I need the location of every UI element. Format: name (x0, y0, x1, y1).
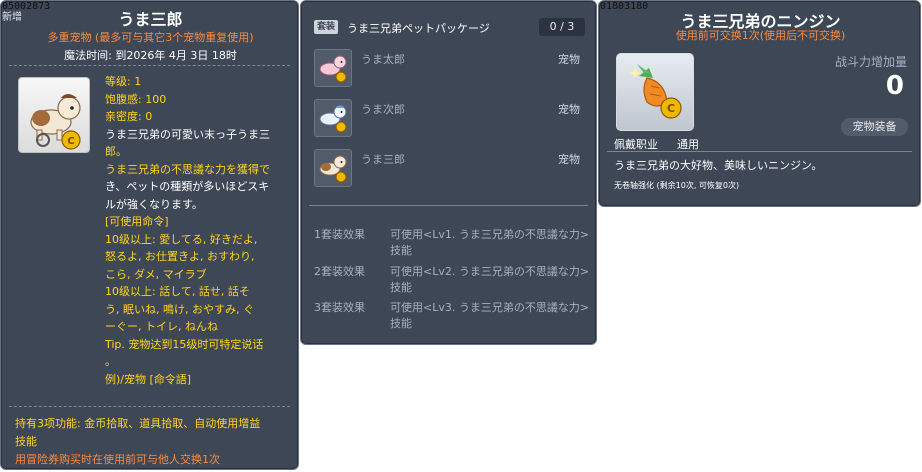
command-line: 10级以上: 話して, 話せ, 話そ (105, 285, 250, 298)
set-effect-label: 1套装效果 (314, 228, 365, 241)
command-line: Tip. 宠物达到15级时可特定说话 (105, 337, 264, 351)
multi-pet-note: 多重宠物 (最多可与其它3个宠物重复使用) (47, 31, 254, 44)
svg-text:C: C (67, 136, 74, 147)
command-line: 例)/宠物 [命令語] (105, 372, 192, 386)
set-effect-line: 技能 (390, 281, 412, 294)
divider (309, 205, 588, 206)
horse-pet-icon: C (30, 94, 81, 150)
horse-brown-icon (319, 155, 347, 183)
command-line: ーぐー, トイレ, ねんね (105, 320, 218, 333)
set-effect-line: 可使用<Lv1. うま三兄弟の不思議な力> (390, 228, 590, 241)
command-line: う, 眠いね, 鳴け, おやすみ, ぐ (105, 302, 254, 316)
svg-text:C: C (667, 102, 675, 115)
set-effect-line: 技能 (390, 244, 412, 257)
set-package-panel: 套装 うま三兄弟ペットパッケージ 0 / 3 うま太郎 宠物 うま次郎 宠物 う… (300, 0, 597, 345)
carrot-icon: C (629, 64, 682, 119)
divider (9, 65, 290, 66)
carrot-tooltip-panel: 01803180 うま三兄弟のニンジン 使用前可交换1次(使用后不可交换) C … (598, 0, 921, 207)
divider (607, 151, 912, 152)
stat-closeness: 亲密度: 0 (105, 110, 153, 123)
job-label: 佩戴职业 (614, 138, 658, 151)
pet-name: うま太郎 (361, 53, 405, 66)
pet-equip-badge: 宠物装备 (841, 118, 908, 136)
command-line: こら, ダメ, マイラブ (105, 267, 207, 281)
item-title: うま三郎 (118, 10, 183, 29)
stat-level: 等级: 1 (105, 75, 142, 88)
pet-description: 等级: 1 饱腹感: 100 亲密度: 0 うま三兄弟の可愛い末っ子うま三 郎。… (105, 73, 295, 388)
magic-time: 魔法时间: 到2026年 4月 3日 18时 (64, 49, 237, 62)
command-line: 10级以上: 愛してる, 好きだよ, (105, 232, 258, 246)
set-effect-label: 2套装效果 (314, 265, 365, 278)
set-effect-line: 可使用<Lv3. うま三兄弟の不思議な力> (390, 301, 590, 314)
command-line: 怒るよ, お仕置きよ, おすわり, (105, 250, 255, 263)
pet-type: 宠物 (558, 53, 580, 66)
command-line: 。 (105, 355, 116, 368)
command-header: [可使用命令] (105, 215, 169, 228)
power-value: 0 (885, 71, 904, 101)
pet-name: うま次郎 (361, 103, 405, 116)
horse-pink-icon (319, 55, 347, 83)
pet-icon-box: C (18, 77, 90, 153)
desc-line: うま三兄弟の可愛い末っ子うま三 (105, 127, 270, 141)
pet-tooltip-panel: 05002873 新增 うま三郎 多重宠物 (最多可与其它3个宠物重复使用) 魔… (0, 0, 299, 470)
set-effect-line: 可使用<Lv2. うま三兄弟の不思議な力> (390, 265, 590, 278)
trade-note: 用冒险券购买时在使用前可与他人交换1次 (15, 453, 220, 466)
job-value: 通用 (677, 138, 699, 151)
desc-line: うま三兄弟の不思議な力を獲得で (105, 162, 270, 176)
desc-line: 郎。 (105, 145, 127, 158)
pet-slot-3 (314, 149, 352, 187)
set-effect-label: 3套装效果 (314, 301, 365, 314)
pet-slot-2 (314, 99, 352, 137)
set-effect-line: 技能 (390, 317, 412, 330)
upgrade-note: 无卷轴强化 (剩余10次, 可恢复0次) (614, 181, 740, 190)
set-title: うま三兄弟ペットパッケージ (347, 22, 490, 35)
set-count: 0 / 3 (539, 18, 585, 36)
pet-type: 宠物 (558, 103, 580, 116)
pet-slot-1 (314, 49, 352, 87)
trade-rule: 使用前可交换1次(使用后不可交换) (675, 29, 846, 42)
desc-line: ルが強くなります。 (105, 197, 203, 211)
pet-name: うま三郎 (361, 153, 405, 166)
divider (9, 406, 290, 407)
stat-fullness: 饱腹感: 100 (105, 92, 167, 106)
pet-type: 宠物 (558, 153, 580, 166)
carrot-icon-box: C (616, 53, 694, 131)
horse-blue-icon (319, 105, 347, 133)
set-badge: 套装 (314, 20, 338, 34)
item-description: うま三兄弟の大好物、美味しいニンジン。 (614, 159, 823, 172)
function-line: 持有3项功能: 金币拾取、道具拾取、自动使用增益 (15, 417, 261, 430)
desc-line: き、ペットの種類が多いほどスキ (105, 180, 270, 193)
power-label: 战斗力增加量 (835, 55, 908, 69)
function-line: 技能 (15, 435, 37, 448)
